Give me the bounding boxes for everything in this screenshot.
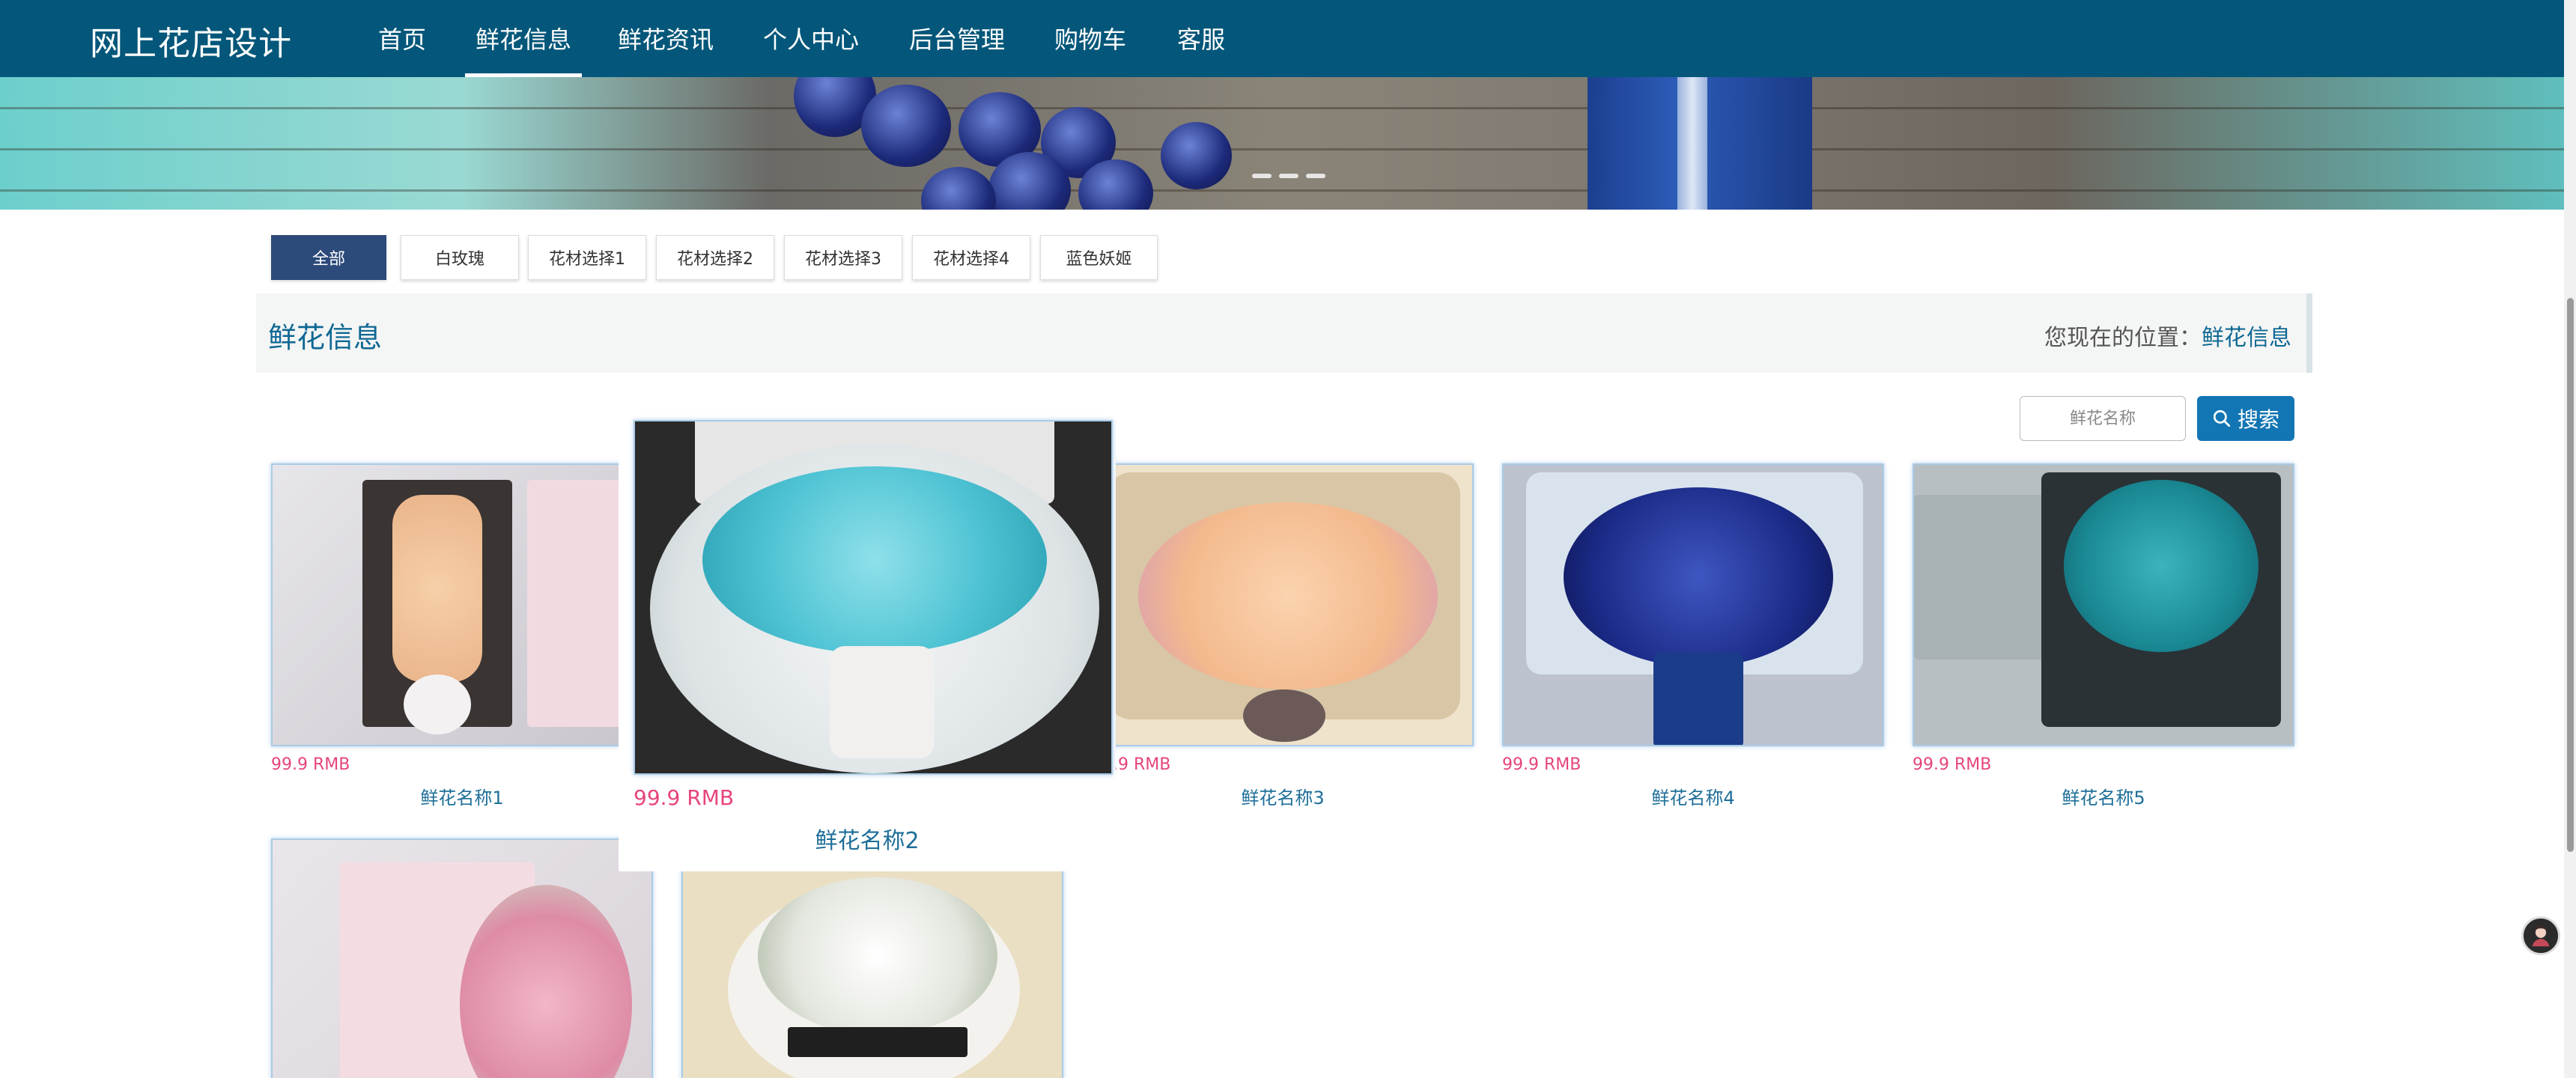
carousel-dot-2[interactable] — [1279, 174, 1298, 178]
filter-all[interactable]: 全部 — [271, 235, 386, 280]
nav-cart[interactable]: 购物车 — [1054, 21, 1126, 55]
scrollbar-thumb[interactable] — [2567, 298, 2574, 852]
carousel-dot-1[interactable] — [1252, 174, 1272, 178]
product-image-5[interactable] — [1913, 463, 2294, 746]
nav-customer-service[interactable]: 客服 — [1177, 21, 1225, 55]
search-button[interactable]: 搜索 — [2197, 396, 2294, 441]
breadcrumb: 您现在的位置：鲜花信息 — [2044, 319, 2291, 352]
filter-material-1[interactable]: 花材选择1 — [528, 235, 646, 280]
chat-avatar-button[interactable] — [2521, 916, 2560, 955]
product-price-2: 99.9 RMB — [634, 785, 735, 810]
section-header: 鲜花信息 您现在的位置：鲜花信息 — [256, 293, 2312, 373]
nav-admin[interactable]: 后台管理 — [909, 21, 1005, 55]
search-icon — [2213, 409, 2231, 427]
product-card-5[interactable]: 99.9 RMB 鲜花名称5 — [1913, 463, 2294, 809]
product-card-6[interactable] — [271, 838, 653, 1078]
product-image-2[interactable] — [634, 420, 1113, 775]
product-image-7[interactable] — [681, 838, 1063, 1078]
nav-personal-center[interactable]: 个人中心 — [763, 21, 859, 55]
product-image-6[interactable] — [271, 838, 653, 1078]
product-image-4[interactable] — [1502, 463, 1884, 746]
nav-flower-news[interactable]: 鲜花资讯 — [618, 21, 714, 55]
product-image-1[interactable] — [271, 463, 653, 746]
product-price-3: 99.9 RMB — [1092, 755, 1171, 774]
product-card-4[interactable]: 99.9 RMB 鲜花名称4 — [1502, 463, 1884, 809]
breadcrumb-current[interactable]: 鲜花信息 — [2202, 325, 2291, 351]
product-name-2[interactable]: 鲜花名称2 — [634, 822, 1101, 855]
breadcrumb-prefix: 您现在的位置： — [2044, 325, 2202, 351]
filter-material-2[interactable]: 花材选择2 — [656, 235, 774, 280]
product-name-5[interactable]: 鲜花名称5 — [1913, 783, 2294, 809]
carousel-dot-3[interactable] — [1306, 174, 1325, 178]
product-card-2[interactable]: 99.9 RMB 鲜花名称2 — [619, 411, 1116, 871]
top-navbar: 网上花店设计 首页 鲜花信息 鲜花资讯 个人中心 后台管理 购物车 客服 — [0, 0, 2564, 77]
avatar-icon — [2532, 925, 2550, 947]
hero-banner[interactable] — [0, 77, 2564, 210]
product-card-1[interactable]: 99.9 RMB 鲜花名称1 — [271, 463, 653, 809]
product-card-7[interactable] — [681, 838, 1063, 1078]
site-brand[interactable]: 网上花店设计 — [90, 16, 292, 64]
nav-flower-info[interactable]: 鲜花信息 — [464, 21, 583, 77]
search-input[interactable] — [2020, 396, 2186, 441]
search-button-label: 搜索 — [2237, 407, 2279, 432]
product-price-1: 99.9 RMB — [271, 755, 350, 774]
filter-material-4[interactable]: 花材选择4 — [912, 235, 1030, 280]
filter-white-rose[interactable]: 白玫瑰 — [401, 235, 519, 280]
product-name-1[interactable]: 鲜花名称1 — [271, 783, 653, 809]
product-name-4[interactable]: 鲜花名称4 — [1502, 783, 1884, 809]
carousel-indicators — [1252, 174, 1325, 178]
product-price-5: 99.9 RMB — [1913, 755, 1992, 774]
filter-blue-enchantress[interactable]: 蓝色妖姬 — [1040, 235, 1158, 280]
product-image-3[interactable] — [1092, 463, 1474, 746]
product-price-4: 99.9 RMB — [1502, 755, 1582, 774]
filter-material-3[interactable]: 花材选择3 — [784, 235, 902, 280]
nav-home[interactable]: 首页 — [378, 21, 426, 55]
product-name-3[interactable]: 鲜花名称3 — [1092, 783, 1474, 809]
product-card-3[interactable]: 99.9 RMB 鲜花名称3 — [1092, 463, 1474, 809]
page-title: 鲜花信息 — [268, 321, 383, 354]
